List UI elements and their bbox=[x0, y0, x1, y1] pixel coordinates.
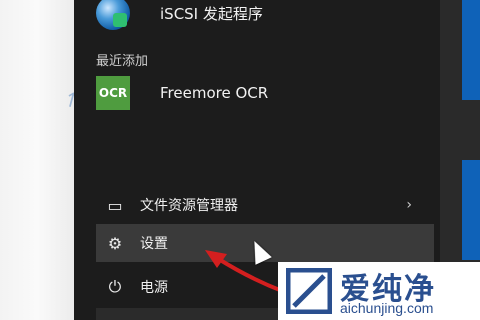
menu-item-label: 设置 bbox=[140, 236, 168, 252]
ocr-app-icon: OCR bbox=[96, 76, 130, 110]
left-background-strip bbox=[0, 0, 74, 320]
watermark-logo: 爱纯净 aichunjing.com bbox=[278, 262, 480, 320]
brand-logo-icon bbox=[286, 268, 332, 314]
brand-url: aichunjing.com bbox=[340, 300, 434, 316]
recently-added-heading: 最近添加 bbox=[96, 54, 149, 69]
app-freemore-ocr[interactable]: OCR Freemore OCR bbox=[96, 76, 268, 110]
menu-item-label: 文件资源管理器 bbox=[140, 198, 238, 214]
iscsi-globe-icon bbox=[96, 0, 130, 30]
power-icon: ⏻ bbox=[108, 277, 122, 296]
menu-item-file-explorer[interactable]: ▭ 文件资源管理器 › bbox=[96, 186, 434, 224]
gear-icon: ⚙ bbox=[107, 233, 123, 253]
app-iscsi-initiator[interactable]: iSCSI 发起程序 bbox=[96, 0, 263, 30]
app-label: Freemore OCR bbox=[160, 84, 269, 102]
chevron-right-icon[interactable]: › bbox=[406, 197, 412, 213]
tile-middle[interactable] bbox=[462, 160, 480, 260]
folder-icon: ▭ bbox=[107, 195, 123, 215]
tile-top[interactable] bbox=[462, 0, 480, 100]
app-label: iSCSI 发起程序 bbox=[160, 4, 263, 23]
menu-item-label: 电源 bbox=[140, 280, 168, 296]
